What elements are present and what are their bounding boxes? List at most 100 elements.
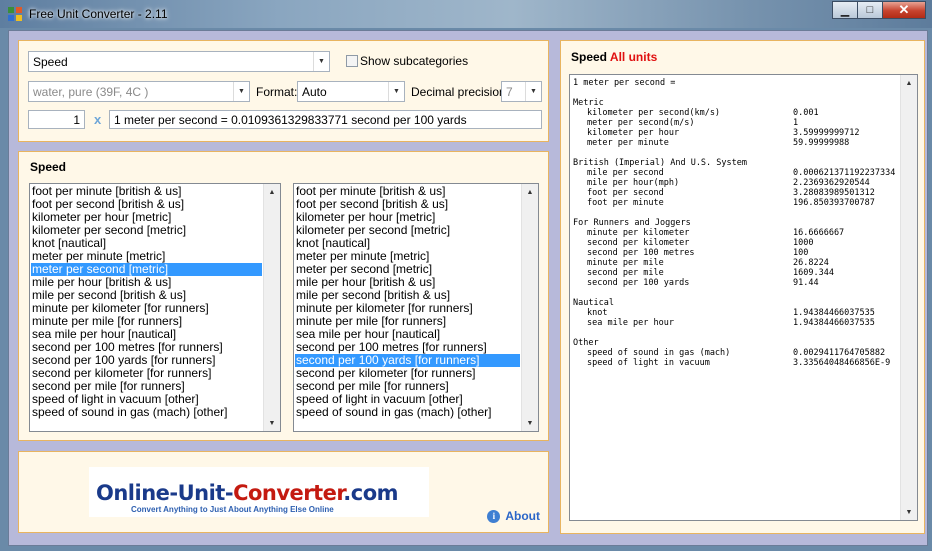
- results-row: second per kilometer 1000: [573, 238, 897, 248]
- precision-dropdown[interactable]: 7 ▼: [501, 81, 542, 102]
- results-row: kilometer per hour 3.59999999712: [573, 128, 897, 138]
- results-unit-name: minute per mile: [587, 258, 664, 268]
- results-group-name: Other: [573, 338, 599, 348]
- format-value: Auto: [302, 84, 327, 99]
- results-unit-name: second per 100 metres: [587, 248, 695, 258]
- results-unit-name: minute per kilometer: [587, 228, 690, 238]
- to-unit-items: foot per minute [british & us] foot per s…: [295, 185, 520, 419]
- results-unit-name: foot per minute: [587, 198, 664, 208]
- results-row: kilometer per second(km/s) 0.001: [573, 108, 897, 118]
- results-unit-value: 59.99999988: [793, 138, 850, 148]
- chevron-down-icon[interactable]: ▼: [388, 82, 404, 101]
- results-unit-value: 26.8224: [793, 258, 829, 268]
- about-link[interactable]: i About: [487, 509, 540, 523]
- scroll-up-icon[interactable]: ▲: [901, 75, 917, 91]
- results-group: Metric kilometer per second(km/s) 0.001 met…: [573, 98, 897, 148]
- results-title-accent: All units: [609, 50, 658, 64]
- results-header: 1 meter per second =: [573, 78, 676, 88]
- chevron-down-icon[interactable]: ▼: [313, 52, 329, 71]
- amount-input[interactable]: 1: [28, 110, 85, 129]
- results-unit-value: 3.59999999712: [793, 128, 860, 138]
- results-unit-name: sea mile per hour: [587, 318, 674, 328]
- to-list-scrollbar[interactable]: ▲ ▼: [521, 184, 538, 431]
- results-unit-name: kilometer per hour: [587, 128, 680, 138]
- main-window: Speed ▼ Show subcategories water, pure (…: [8, 30, 928, 546]
- results-unit-value: 1: [793, 118, 799, 128]
- online-unit-converter-logo[interactable]: Online-Unit-Converter.com Convert Anythi…: [89, 467, 429, 517]
- results-unit-value: 3.28083989501312: [793, 188, 875, 198]
- branding-panel: Online-Unit-Converter.com Convert Anythi…: [18, 451, 549, 533]
- results-row: second per mile 1609.344: [573, 268, 897, 278]
- results-group: Other speed of sound in gas (mach) 0.00294…: [573, 338, 897, 368]
- results-row: minute per kilometer 16.6666667: [573, 228, 897, 238]
- results-row: speed of light in vacuum 3.33564048466856…: [573, 358, 897, 368]
- results-unit-name: speed of sound in gas (mach): [587, 348, 731, 358]
- results-row: minute per mile 26.8224: [573, 258, 897, 268]
- results-row: meter per second(m/s) 1: [573, 118, 897, 128]
- results-unit-name: second per 100 yards: [587, 278, 690, 288]
- logo-text-part2: Converter: [233, 481, 344, 505]
- show-subcategories-checkbox[interactable]: [346, 55, 358, 67]
- maximize-icon: □: [866, 4, 874, 16]
- results-group-name: Metric: [573, 98, 604, 108]
- from-list-scrollbar[interactable]: ▲ ▼: [263, 184, 280, 431]
- maximize-button[interactable]: □: [857, 1, 883, 19]
- results-group: Nautical knot 1.94384466037535 sea mile per…: [573, 298, 897, 328]
- results-group: British (Imperial) And U.S. System mile p…: [573, 158, 897, 208]
- to-unit-item[interactable]: speed of sound in gas (mach) [other]: [295, 406, 520, 419]
- results-row: second per 100 yards 91.44: [573, 278, 897, 288]
- scroll-up-icon[interactable]: ▲: [522, 184, 538, 200]
- results-row: sea mile per hour 1.94384466037535: [573, 318, 897, 328]
- results-panel: Speed All units 1 meter per second = Met…: [560, 40, 925, 534]
- precision-label: Decimal precision:: [411, 85, 510, 99]
- results-group-name: Nautical: [573, 298, 614, 308]
- close-icon: ✕: [898, 2, 910, 17]
- to-unit-list[interactable]: foot per minute [british & us] foot per s…: [293, 183, 539, 432]
- results-unit-value: 16.6666667: [793, 228, 845, 238]
- minimize-button[interactable]: ▁: [832, 1, 858, 19]
- from-unit-item[interactable]: speed of sound in gas (mach) [other]: [31, 406, 262, 419]
- results-unit-value: 0.000621371192237334: [793, 168, 896, 178]
- format-label: Format:: [256, 85, 298, 99]
- logo-tagline: Convert Anything to Just About Anything …: [131, 505, 334, 514]
- results-unit-value: 0.0029411764705882: [793, 348, 886, 358]
- results-scrollbar[interactable]: ▲ ▼: [900, 75, 917, 520]
- scroll-down-icon[interactable]: ▼: [901, 504, 917, 520]
- category-value: Speed: [33, 54, 68, 69]
- results-unit-value: 91.44: [793, 278, 819, 288]
- from-unit-list[interactable]: foot per minute [british & us] foot per s…: [29, 183, 281, 432]
- results-row: speed of sound in gas (mach) 0.0029411764…: [573, 348, 897, 358]
- results-group-name: For Runners and Joggers: [573, 218, 691, 228]
- chevron-down-icon[interactable]: ▼: [233, 82, 249, 101]
- result-expression-field[interactable]: 1 meter per second = 0.0109361329833771 …: [109, 110, 542, 129]
- minimize-icon: ▁: [840, 4, 850, 17]
- multiply-sign: x: [94, 112, 102, 127]
- logo-text: Online-Unit-Converter.com: [96, 481, 399, 505]
- results-unit-name: mile per hour(mph): [587, 178, 680, 188]
- logo-text-part3: .com: [343, 481, 399, 505]
- logo-text-part1: Online-Unit-: [96, 481, 234, 505]
- scroll-down-icon[interactable]: ▼: [264, 415, 280, 431]
- precision-value: 7: [506, 84, 513, 99]
- results-unit-name: meter per minute: [587, 138, 669, 148]
- info-icon: i: [487, 509, 501, 523]
- title-bar[interactable]: Free Unit Converter - 2.11 ▁ □ ✕: [0, 0, 932, 28]
- substance-dropdown[interactable]: water, pure (39F, 4C ) ▼: [28, 81, 250, 102]
- scroll-down-icon[interactable]: ▼: [522, 415, 538, 431]
- results-title-category: Speed: [571, 50, 608, 64]
- about-label: About: [505, 509, 540, 523]
- format-dropdown[interactable]: Auto ▼: [297, 81, 405, 102]
- chevron-down-icon[interactable]: ▼: [525, 82, 541, 101]
- category-dropdown[interactable]: Speed ▼: [28, 51, 330, 72]
- results-textbox[interactable]: 1 meter per second = Metric kilometer per…: [569, 74, 918, 521]
- results-row: knot 1.94384466037535: [573, 308, 897, 318]
- results-unit-value: 100: [793, 248, 809, 258]
- show-subcategories-label: Show subcategories: [360, 54, 469, 68]
- close-button[interactable]: ✕: [882, 1, 926, 19]
- results-unit-value: 1.94384466037535: [793, 318, 875, 328]
- window-title: Free Unit Converter - 2.11: [29, 7, 168, 21]
- substance-value: water, pure (39F, 4C ): [33, 84, 149, 99]
- results-unit-value: 2.2369362920544: [793, 178, 870, 188]
- scroll-up-icon[interactable]: ▲: [264, 184, 280, 200]
- results-unit-name: second per mile: [587, 268, 664, 278]
